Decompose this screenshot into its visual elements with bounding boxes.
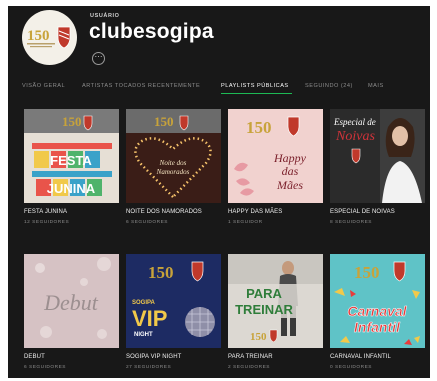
playlist-title[interactable]: CARNAVAL INFANTIL — [330, 354, 391, 360]
playlist-followers: 0 SEGUIDORES — [330, 365, 372, 370]
playlist-followers: 6 SEGUIDORES — [24, 365, 66, 370]
active-tab-indicator — [221, 93, 292, 94]
club-logo-icon: 150 — [27, 26, 71, 49]
logo-number: 150 — [154, 114, 174, 129]
logo-number: 150 — [27, 28, 50, 44]
cover-title-line: VIP — [132, 306, 167, 331]
playlist-cover-festa-junina[interactable]: 150 FESTA JUNINA — [24, 109, 119, 203]
playlist-cover-happy-das-maes[interactable]: 150 Happy das Mães — [228, 109, 323, 203]
playlist-title[interactable]: SOGIPA VIP NIGHT — [126, 354, 181, 360]
cover-title-line: PARA — [246, 286, 282, 301]
logo-number: 150 — [246, 118, 272, 137]
tab-public-playlists[interactable]: PLAYLISTS PÚBLICAS — [221, 83, 289, 89]
cover-title-line: Noite dos — [159, 159, 187, 167]
playlist-followers: 1 SEGUIDOR — [228, 220, 263, 225]
playlist-followers: 12 SEGUIDORES — [24, 220, 70, 225]
app-window: 150 USUÁRIO clubesogipa ··· VISÃO GERAL … — [8, 6, 430, 378]
tab-following[interactable]: SEGUINDO (24) — [305, 83, 353, 89]
playlist-title[interactable]: HAPPY DAS MÃES — [228, 209, 282, 215]
tab-recent-artists[interactable]: ARTISTAS TOCADOS RECENTEMENTE — [82, 83, 200, 89]
cover-title-line: FESTA — [50, 153, 92, 168]
playlist-cover-especial-de-noivas[interactable]: Especial de Noivas — [330, 109, 425, 203]
playlist-cover-para-treinar[interactable]: PARA TREINAR 150 — [228, 254, 323, 348]
logo-number: 150 — [354, 263, 380, 282]
logo-number: 150 — [62, 114, 82, 129]
profile-avatar[interactable]: 150 — [22, 10, 77, 65]
playlist-title[interactable]: ESPECIAL DE NOIVAS — [330, 209, 395, 215]
playlist-cover-debut[interactable]: Debut — [24, 254, 119, 348]
cover-title-line: NIGHT — [134, 332, 153, 338]
playlist-followers: 27 SEGUIDORES — [126, 365, 172, 370]
profile-header: 150 USUÁRIO clubesogipa ··· — [8, 6, 430, 72]
more-options-button[interactable]: ··· — [92, 52, 105, 65]
playlist-title[interactable]: FESTA JUNINA — [24, 209, 67, 215]
cover-title-line: Mães — [276, 178, 303, 192]
profile-name: clubesogipa — [89, 20, 214, 43]
playlist-title[interactable]: DEBUT — [24, 354, 45, 360]
ellipsis-icon: ··· — [94, 52, 103, 61]
playlist-followers: 6 SEGUIDORES — [126, 220, 168, 225]
user-type-label: USUÁRIO — [90, 13, 120, 19]
playlist-cover-carnaval-infantil[interactable]: 150 Carnaval Infantil — [330, 254, 425, 348]
cover-title-line: TREINAR — [235, 302, 293, 317]
playlist-cover-noite-dos-namorados[interactable]: 150 Noite dos Namorados — [126, 109, 221, 203]
cover-title-line: Debut — [43, 290, 99, 315]
cover-title-line: Especial de — [333, 117, 376, 127]
cover-title-line: Carnaval — [347, 303, 407, 319]
cover-title-line: Infantil — [354, 319, 401, 335]
playlist-followers: 8 SEGUIDORES — [330, 220, 372, 225]
playlist-title[interactable]: PARA TREINAR — [228, 354, 273, 360]
logo-number: 150 — [250, 331, 267, 343]
tab-more[interactable]: MAIS — [368, 83, 384, 89]
cover-title-line: das — [282, 164, 299, 178]
playlist-cover-sogipa-vip-night[interactable]: 150 SOGIPA VIP NIGHT — [126, 254, 221, 348]
playlist-followers: 2 SEGUIDORES — [228, 365, 270, 370]
cover-title-line: Noivas — [335, 129, 375, 144]
tab-overview[interactable]: VISÃO GERAL — [22, 83, 65, 89]
logo-number: 150 — [148, 263, 174, 282]
cover-title-line: Namorados — [156, 168, 190, 176]
cover-title-line: Happy — [273, 151, 307, 165]
cover-title-line: JUNINA — [47, 181, 96, 196]
profile-tabs: VISÃO GERAL ARTISTAS TOCADOS RECENTEMENT… — [8, 80, 430, 94]
playlist-title[interactable]: NOITE DOS NAMORADOS — [126, 209, 202, 215]
